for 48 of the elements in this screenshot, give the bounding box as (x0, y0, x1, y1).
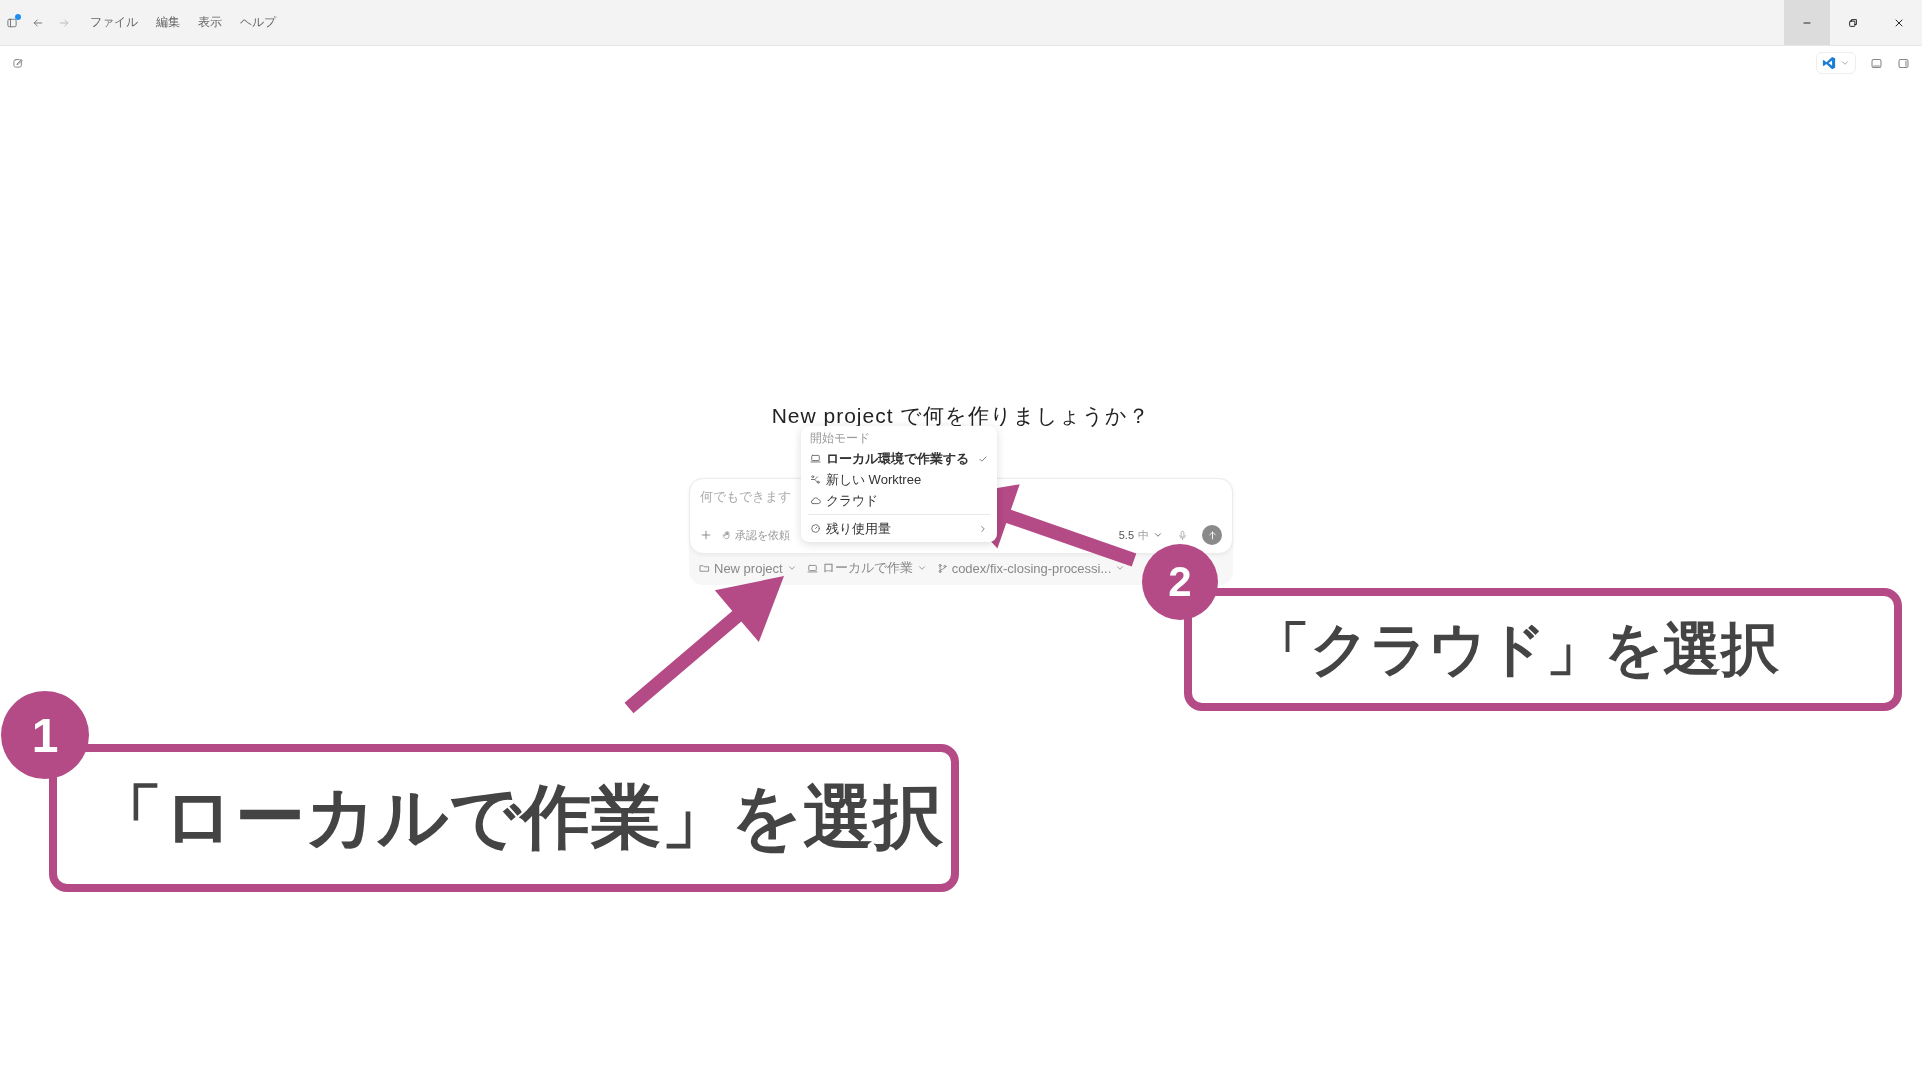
chevron-down-icon (1115, 563, 1126, 573)
microphone-icon (1177, 529, 1188, 541)
mic-button[interactable] (1177, 529, 1188, 541)
laptop-icon (806, 562, 818, 574)
model-selector[interactable]: 5.5 中 (1118, 527, 1163, 543)
menu-option[interactable]: クラウド (806, 490, 992, 511)
side-panel-toggle[interactable] (1897, 56, 1910, 70)
menu-header: 開始モード (809, 430, 871, 447)
chevron-down-icon (1153, 530, 1163, 540)
approval-button[interactable]: 承認を依頼 (722, 527, 790, 543)
new-chat-button[interactable] (12, 57, 24, 69)
chevron-down-icon (1840, 58, 1850, 68)
chevron-down-icon (916, 563, 927, 573)
restore-icon (1847, 16, 1859, 29)
menu-item[interactable]: ファイル (84, 14, 144, 31)
chevron-down-icon (786, 563, 797, 573)
forward-arrow-icon (58, 16, 70, 29)
cloud-icon (810, 495, 821, 506)
send-button[interactable] (1202, 525, 1222, 545)
sidebar-toggle[interactable] (6, 16, 18, 29)
edit-icon (12, 57, 24, 69)
chevron-right-icon (978, 523, 988, 534)
usage-menu-option[interactable]: 残り使用量 (806, 518, 992, 539)
bottom-panel-toggle[interactable] (1870, 56, 1883, 70)
branch-selector[interactable]: codex/fix-closing-processi... (936, 560, 1126, 576)
menu-item[interactable]: ヘルプ (234, 14, 282, 31)
branch-icon (936, 562, 948, 574)
up-arrow-icon (1206, 529, 1218, 541)
project-selector[interactable]: New project (699, 560, 797, 576)
branch-icon (810, 474, 821, 485)
menu-item[interactable]: 表示 (192, 14, 228, 31)
editor-button[interactable] (1816, 52, 1856, 74)
folder-icon (699, 562, 710, 574)
panel-icon (6, 16, 18, 29)
gauge-icon (810, 523, 821, 534)
menu-option[interactable]: 新しい Worktree (806, 469, 992, 490)
attach-button[interactable] (700, 529, 712, 541)
check-icon (978, 453, 988, 464)
menu-option[interactable]: ローカル環境で作業する (806, 448, 992, 469)
back-arrow-icon (32, 16, 44, 29)
plus-icon (700, 529, 712, 541)
page-heading: New project で何を作りましょうか？ (771, 403, 1151, 429)
hand-icon (722, 530, 732, 540)
mode-selector[interactable]: ローカルで作業 (806, 559, 927, 577)
side-panel-icon (1897, 56, 1910, 70)
menu-item[interactable]: 編集 (150, 14, 186, 31)
bottom-panel-icon (1870, 56, 1883, 70)
laptop-icon (810, 453, 821, 464)
